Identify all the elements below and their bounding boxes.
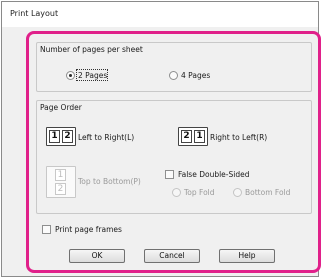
false-double-sided-checkbox[interactable] (165, 170, 174, 179)
page-1-icon: 1 (55, 169, 66, 181)
page-1-icon: 1 (49, 130, 60, 143)
false-double-sided-label[interactable]: False Double-Sided (178, 170, 249, 179)
page-2-icon: 2 (181, 130, 192, 143)
left-to-right-option[interactable]: 1 2 (46, 127, 76, 146)
right-to-left-label[interactable]: Right to Left(R) (210, 133, 267, 142)
top-to-bottom-option[interactable]: 1 2 (46, 166, 76, 198)
print-page-frames-checkbox[interactable] (42, 225, 51, 234)
title-bar: Print Layout (2, 2, 318, 27)
print-page-frames-label[interactable]: Print page frames (55, 225, 122, 234)
two-pages-label[interactable]: 2 Pages (78, 71, 107, 80)
page-1-icon: 1 (194, 130, 205, 143)
page-order-label: Page Order (40, 103, 82, 112)
left-to-right-label[interactable]: Left to Right(L) (78, 133, 134, 142)
bottom-fold-label[interactable]: Bottom Fold (245, 188, 290, 197)
top-fold-radio[interactable] (172, 188, 181, 197)
page-2-icon: 2 (55, 183, 66, 195)
cancel-button[interactable]: Cancel (144, 249, 200, 263)
four-pages-label[interactable]: 4 Pages (181, 71, 210, 80)
top-to-bottom-label[interactable]: Top to Bottom(P) (78, 177, 141, 186)
print-layout-dialog: Print Layout Number of pages per sheet 2… (1, 1, 321, 277)
top-fold-label[interactable]: Top Fold (184, 188, 215, 197)
page-2-icon: 2 (62, 130, 73, 143)
help-button[interactable]: Help (219, 249, 275, 263)
ok-button[interactable]: OK (69, 249, 125, 263)
dialog-title: Print Layout (10, 9, 59, 18)
two-pages-radio[interactable] (66, 71, 75, 80)
bottom-fold-radio[interactable] (233, 188, 242, 197)
pages-per-sheet-label: Number of pages per sheet (40, 45, 143, 54)
four-pages-radio[interactable] (169, 71, 178, 80)
right-to-left-option[interactable]: 2 1 (178, 127, 208, 146)
